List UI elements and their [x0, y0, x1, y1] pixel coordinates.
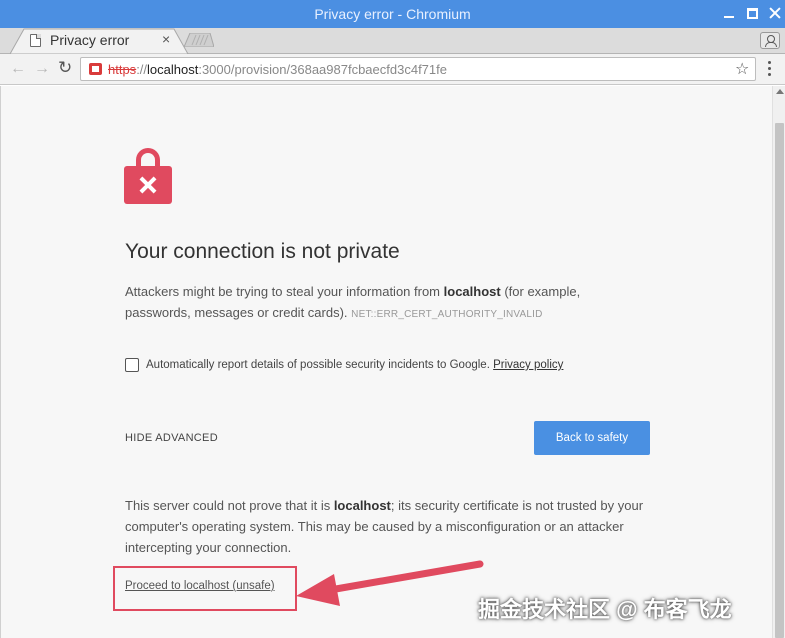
tab-label: Privacy error: [50, 32, 130, 48]
back-to-safety-button[interactable]: Back to safety: [534, 421, 650, 455]
back-arrow-icon[interactable]: ←: [10, 60, 26, 78]
page-favicon-icon: [30, 34, 41, 47]
profile-user-icon[interactable]: [760, 32, 780, 49]
tab-privacy-error[interactable]: Privacy error ×: [10, 28, 190, 54]
privacy-policy-link[interactable]: Privacy policy: [493, 359, 563, 371]
scrollbar-thumb[interactable]: [775, 123, 784, 638]
menu-kebab-icon[interactable]: [768, 61, 772, 79]
error-code: NET::ERR_CERT_AUTHORITY_INVALID: [351, 309, 543, 320]
close-window-icon[interactable]: [769, 7, 781, 19]
page-title: Your connection is not private: [125, 240, 400, 263]
vertical-scrollbar[interactable]: [772, 86, 785, 638]
tab-close-icon[interactable]: ×: [162, 31, 170, 47]
reload-icon[interactable]: ↻: [58, 58, 72, 78]
scroll-up-arrow-icon[interactable]: [776, 89, 784, 94]
proceed-unsafe-link[interactable]: Proceed to localhost (unsafe): [125, 580, 275, 592]
annotation-arrow: [296, 560, 484, 606]
hide-advanced-button[interactable]: HIDE ADVANCED: [125, 432, 218, 444]
new-tab-button[interactable]: [184, 33, 214, 47]
tab-strip: Privacy error ×: [0, 28, 785, 54]
url-host: localhost: [147, 62, 199, 77]
watermark-text: 掘金技术社区 @ 布客飞龙: [478, 597, 732, 622]
not-secure-lock-icon[interactable]: [89, 63, 102, 75]
report-checkbox-label: Automatically report details of possible…: [146, 359, 563, 371]
url-separator: ://: [136, 62, 148, 77]
checkbox-text: Automatically report details of possible…: [146, 359, 490, 371]
advanced-details: This server could not prove that it is l…: [125, 495, 655, 558]
desc-host: localhost: [443, 284, 501, 299]
url-scheme: https: [108, 62, 137, 77]
detail-host: localhost: [333, 498, 391, 513]
address-bar[interactable]: https://localhost:3000/provision/368aa98…: [80, 57, 756, 81]
bookmark-star-icon[interactable]: ☆: [735, 59, 749, 79]
window-titlebar: Privacy error - Chromium: [0, 0, 785, 28]
detail-text-1: This server could not prove that it is: [125, 498, 334, 513]
minimize-icon[interactable]: [723, 7, 735, 19]
desc-text-1: Attackers might be trying to steal your …: [125, 284, 444, 299]
browser-toolbar: ← → ↻ https://localhost:3000/provision/3…: [0, 54, 785, 85]
window-title: Privacy error - Chromium: [314, 6, 471, 22]
maximize-icon[interactable]: [747, 8, 758, 19]
report-checkbox[interactable]: [125, 358, 139, 372]
error-description: Attackers might be trying to steal your …: [125, 281, 635, 325]
url-path: :3000/provision/368aa987fcbaecfd3c4f71fe: [198, 62, 447, 77]
url-text[interactable]: https://localhost:3000/provision/368aa98…: [108, 62, 447, 77]
broken-lock-icon: [124, 148, 172, 206]
forward-arrow-icon[interactable]: →: [34, 60, 50, 78]
